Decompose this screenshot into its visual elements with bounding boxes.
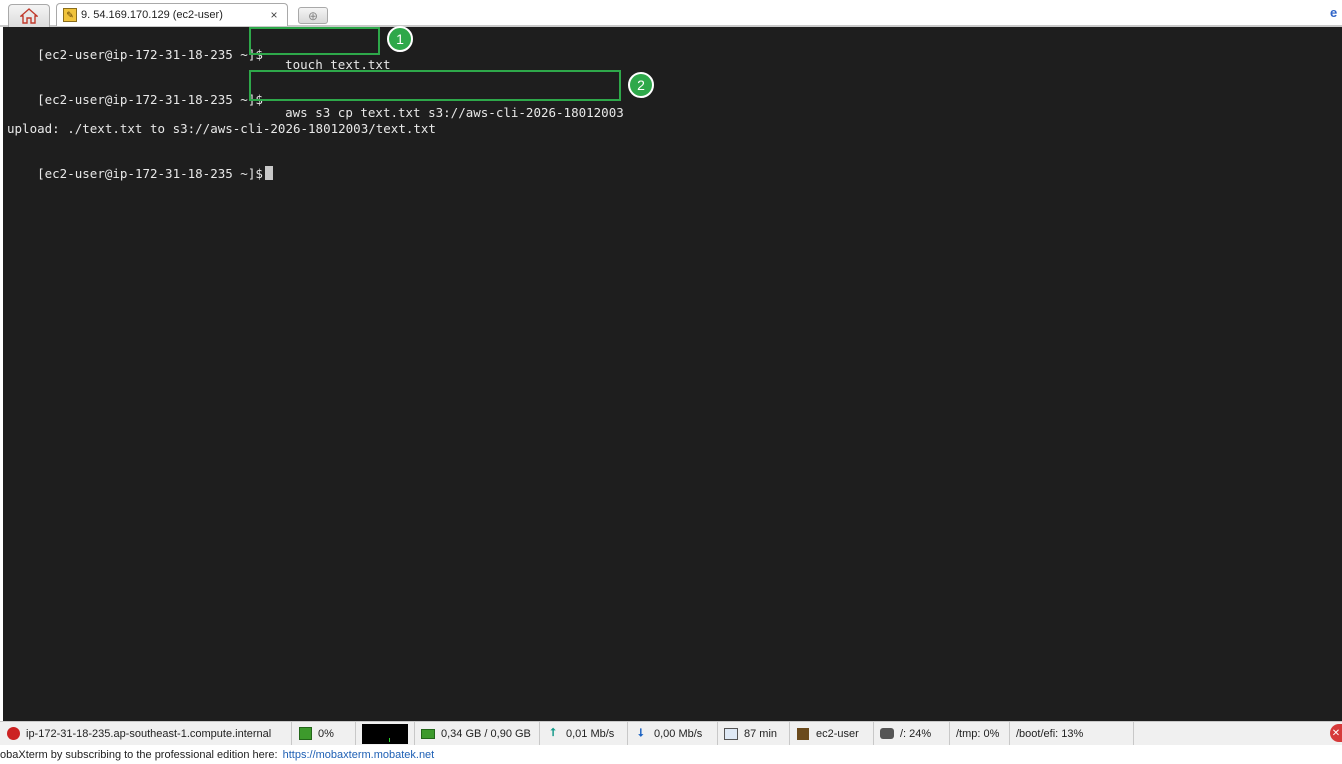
command-aws-s3-cp: aws s3 cp text.txt s3://aws-cli-2026-180… (285, 105, 624, 120)
step-badge-2: 2 (628, 72, 654, 98)
close-tab-icon[interactable]: × (267, 8, 281, 22)
uptime-monitor-icon (724, 727, 738, 741)
home-tab[interactable] (8, 4, 50, 27)
status-uptime[interactable]: 87 min (718, 722, 790, 745)
terminal-line-3: [ec2-user@ip-172-31-18-235 ~]$ (7, 151, 273, 196)
redhat-icon (6, 727, 20, 741)
status-upload[interactable]: ⭡ 0,01 Mb/s (540, 722, 628, 745)
status-cpu[interactable]: 0% (292, 722, 356, 745)
terminal-line-2: [ec2-user@ip-172-31-18-235 ~]$ (7, 77, 263, 122)
memory-icon (421, 727, 435, 741)
mobaxterm-logo-icon: e (1330, 5, 1338, 20)
new-tab-button[interactable]: ⊕ (298, 7, 328, 24)
user-icon (796, 727, 810, 741)
status-memory[interactable]: 0,34 GB / 0,90 GB (414, 722, 540, 745)
terminal-area[interactable]: [ec2-user@ip-172-31-18-235 ~]$ touch tex… (3, 26, 1342, 721)
status-upload-text: 0,01 Mb/s (566, 727, 615, 740)
close-icon[interactable]: ✕ (1330, 724, 1342, 742)
status-user-text: ec2-user (816, 727, 859, 740)
promo-link[interactable]: https://mobaxterm.mobatek.net (283, 749, 435, 761)
cpu-graph-line (389, 737, 390, 742)
terminal-line-1: [ec2-user@ip-172-31-18-235 ~]$ (7, 32, 263, 77)
tab-bar: ✎ 9. 54.169.170.129 (ec2-user) × ⊕ e (0, 0, 1342, 27)
shell-prompt: [ec2-user@ip-172-31-18-235 ~]$ (37, 92, 263, 107)
status-memory-text: 0,34 GB / 0,90 GB (441, 727, 531, 740)
status-hostname[interactable]: ip-172-31-18-235.ap-southeast-1.compute.… (0, 722, 292, 745)
status-bar: ip-172-31-18-235.ap-southeast-1.compute.… (0, 721, 1342, 745)
session-tab[interactable]: ✎ 9. 54.169.170.129 (ec2-user) × (56, 3, 288, 26)
status-disk-tmp-text: /tmp: 0% (956, 727, 1000, 740)
promo-text: obaXterm by subscribing to the professio… (0, 748, 278, 761)
cpu-icon (298, 727, 312, 741)
home-icon (20, 8, 38, 24)
status-disk-boot-text: /boot/efi: 13% (1016, 727, 1084, 740)
download-arrow-icon: ⭣ (638, 727, 644, 739)
status-disk-root[interactable]: /: 24% (874, 722, 950, 745)
shell-prompt: [ec2-user@ip-172-31-18-235 ~]$ (37, 166, 263, 181)
status-hostname-text: ip-172-31-18-235.ap-southeast-1.compute.… (26, 727, 272, 740)
command-highlight-2: aws s3 cp text.txt s3://aws-cli-2026-180… (249, 70, 624, 120)
disk-icon (880, 727, 894, 741)
command-highlight-1: touch text.txt (249, 27, 390, 72)
cpu-graph (362, 723, 408, 744)
status-disk-root-text: /: 24% (900, 727, 932, 740)
status-download-text: 0,00 Mb/s (654, 727, 703, 740)
status-disk-boot[interactable]: /boot/efi: 13% (1010, 722, 1134, 745)
upload-arrow-icon: ⭡ (550, 727, 556, 739)
status-disk-tmp[interactable]: /tmp: 0% (950, 722, 1010, 745)
status-uptime-text: 87 min (744, 727, 778, 740)
shell-prompt: [ec2-user@ip-172-31-18-235 ~]$ (37, 47, 263, 62)
promo-bar: obaXterm by subscribing to the professio… (0, 745, 1342, 764)
session-tab-title: 9. 54.169.170.129 (ec2-user) (81, 9, 223, 21)
status-download[interactable]: ⭣ 0,00 Mb/s (628, 722, 718, 745)
status-user[interactable]: ec2-user (790, 722, 874, 745)
terminal-output-upload: upload: ./text.txt to s3://aws-cli-2026-… (7, 121, 436, 136)
ssh-session-icon: ✎ (63, 8, 77, 22)
step-badge-1: 1 (387, 26, 413, 52)
status-cpu-text: 0% (318, 727, 334, 740)
terminal-cursor (264, 166, 273, 180)
